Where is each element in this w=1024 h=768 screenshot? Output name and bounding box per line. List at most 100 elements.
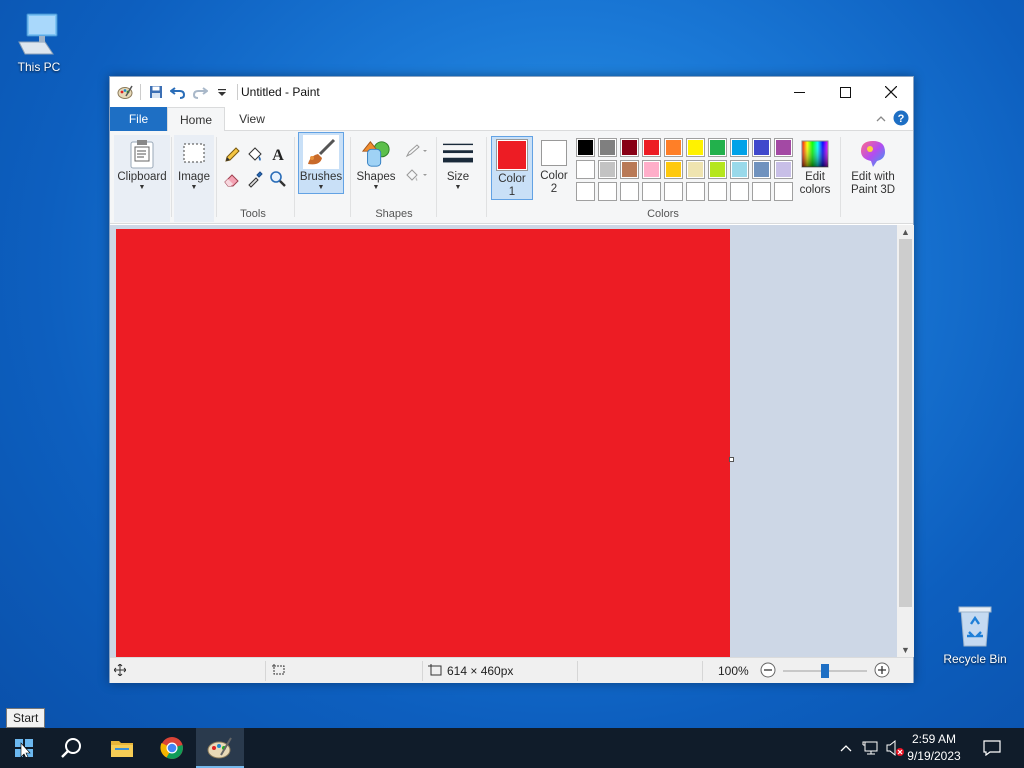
clipboard-button[interactable]: Clipboard ▼	[116, 139, 168, 192]
selection-size-icon	[272, 663, 286, 679]
palette-swatch[interactable]	[686, 160, 705, 179]
desktop-icon-recycle-bin[interactable]: Recycle Bin	[937, 602, 1013, 666]
paint-taskbar-button[interactable]	[196, 728, 244, 768]
start-button[interactable]	[0, 728, 48, 768]
eraser-icon[interactable]	[222, 169, 242, 189]
palette-swatch[interactable]	[664, 138, 683, 157]
palette-swatch[interactable]	[708, 138, 727, 157]
tools-group: A Tools	[218, 135, 288, 222]
palette-swatch[interactable]	[730, 182, 749, 201]
palette-swatch[interactable]	[708, 160, 727, 179]
notification-icon	[983, 740, 1001, 756]
size-label: Size	[446, 171, 470, 183]
zoom-slider-thumb[interactable]	[820, 664, 829, 678]
edit-colors-button[interactable]: Edit colors	[797, 139, 833, 197]
redo-icon[interactable]	[191, 83, 209, 101]
palette-swatch[interactable]	[730, 160, 749, 179]
resize-handle-right[interactable]	[729, 457, 734, 462]
color1-label-line2: 1	[508, 186, 516, 198]
save-icon[interactable]	[147, 83, 165, 101]
tab-view[interactable]: View	[227, 107, 277, 131]
palette-swatch-fill	[622, 184, 637, 199]
scrollbar-thumb[interactable]	[899, 239, 912, 607]
outline-icon[interactable]	[404, 141, 430, 161]
palette-swatch[interactable]	[664, 160, 683, 179]
image-size: 614 × 460px	[428, 658, 513, 684]
palette-swatch[interactable]	[598, 160, 617, 179]
palette-swatch[interactable]	[576, 182, 595, 201]
image-button[interactable]: Image ▼	[174, 139, 214, 192]
customize-qat-icon[interactable]	[213, 83, 231, 101]
fill-icon[interactable]	[404, 165, 430, 185]
desktop-icon-this-pc[interactable]: This PC	[1, 10, 77, 74]
palette-swatch[interactable]	[598, 182, 617, 201]
paint-window: Untitled - Paint File Home View ? Clipbo…	[109, 76, 914, 683]
minimize-button[interactable]	[776, 77, 822, 107]
help-icon[interactable]: ?	[893, 110, 909, 129]
palette-swatch[interactable]	[730, 138, 749, 157]
palette-swatch[interactable]	[774, 182, 793, 201]
zoom-in-icon[interactable]	[874, 662, 890, 681]
show-hidden-icons-button[interactable]	[836, 728, 856, 768]
svg-text:A: A	[272, 147, 284, 163]
palette-swatch[interactable]	[598, 138, 617, 157]
palette-swatch[interactable]	[642, 138, 661, 157]
collapse-ribbon-icon[interactable]	[875, 113, 887, 127]
palette-swatch[interactable]	[686, 138, 705, 157]
ribbon-tab-row: File Home View ?	[110, 107, 913, 132]
palette-swatch[interactable]	[686, 182, 705, 201]
palette-swatch[interactable]	[774, 138, 793, 157]
palette-swatch[interactable]	[708, 182, 727, 201]
palette-swatch[interactable]	[642, 160, 661, 179]
magnifier-icon[interactable]	[268, 169, 288, 189]
scroll-down-icon[interactable]: ▼	[897, 643, 914, 657]
tab-home[interactable]: Home	[167, 107, 225, 132]
undo-icon[interactable]	[169, 83, 187, 101]
paint-app-icon[interactable]	[116, 83, 134, 101]
palette-swatch[interactable]	[664, 182, 683, 201]
drawing-canvas[interactable]	[116, 229, 730, 657]
palette-swatch[interactable]	[642, 182, 661, 201]
palette-swatch[interactable]	[752, 182, 771, 201]
search-button[interactable]	[48, 728, 96, 768]
palette-swatch-fill	[644, 162, 659, 177]
close-button[interactable]	[868, 77, 914, 107]
scroll-up-icon[interactable]: ▲	[897, 225, 914, 239]
color2-button[interactable]: Color 2	[536, 139, 572, 196]
image-group: Image ▼	[174, 135, 214, 222]
network-button[interactable]	[860, 728, 882, 768]
color-picker-icon[interactable]	[245, 169, 265, 189]
palette-swatch[interactable]	[620, 182, 639, 201]
maximize-button[interactable]	[822, 77, 868, 107]
zoom-out-icon[interactable]	[760, 662, 776, 681]
color1-button[interactable]: Color 1	[491, 136, 533, 200]
move-cursor-icon	[113, 663, 127, 679]
tab-file[interactable]: File	[110, 107, 167, 131]
palette-swatch[interactable]	[620, 160, 639, 179]
paint3d-icon	[858, 139, 888, 169]
palette-swatch[interactable]	[576, 160, 595, 179]
text-icon[interactable]: A	[268, 144, 288, 164]
palette-swatch[interactable]	[752, 160, 771, 179]
palette-swatch[interactable]	[774, 160, 793, 179]
palette-swatch-fill	[600, 162, 615, 177]
brushes-button[interactable]: Brushes ▼	[298, 132, 344, 194]
title-bar[interactable]: Untitled - Paint	[110, 77, 913, 107]
clipboard-label: Clipboard	[117, 171, 167, 183]
size-button[interactable]: Size ▼	[438, 139, 478, 192]
shapes-button[interactable]: Shapes ▼	[354, 139, 398, 192]
fill-bucket-icon[interactable]	[245, 145, 265, 165]
edit-with-paint3d-button[interactable]: Edit with Paint 3D	[845, 139, 901, 197]
status-divider	[702, 661, 703, 681]
system-clock[interactable]: 2:59 AM 9/19/2023	[900, 731, 968, 765]
palette-swatch[interactable]	[752, 138, 771, 157]
action-center-button[interactable]	[978, 728, 1006, 768]
file-explorer-button[interactable]	[98, 728, 146, 768]
palette-swatch[interactable]	[576, 138, 595, 157]
vertical-scrollbar[interactable]: ▲ ▼	[897, 225, 914, 657]
pencil-icon[interactable]	[222, 145, 242, 165]
zoom-slider[interactable]	[781, 663, 869, 679]
palette-swatch-fill	[776, 162, 791, 177]
chrome-button[interactable]	[148, 728, 196, 768]
palette-swatch[interactable]	[620, 138, 639, 157]
